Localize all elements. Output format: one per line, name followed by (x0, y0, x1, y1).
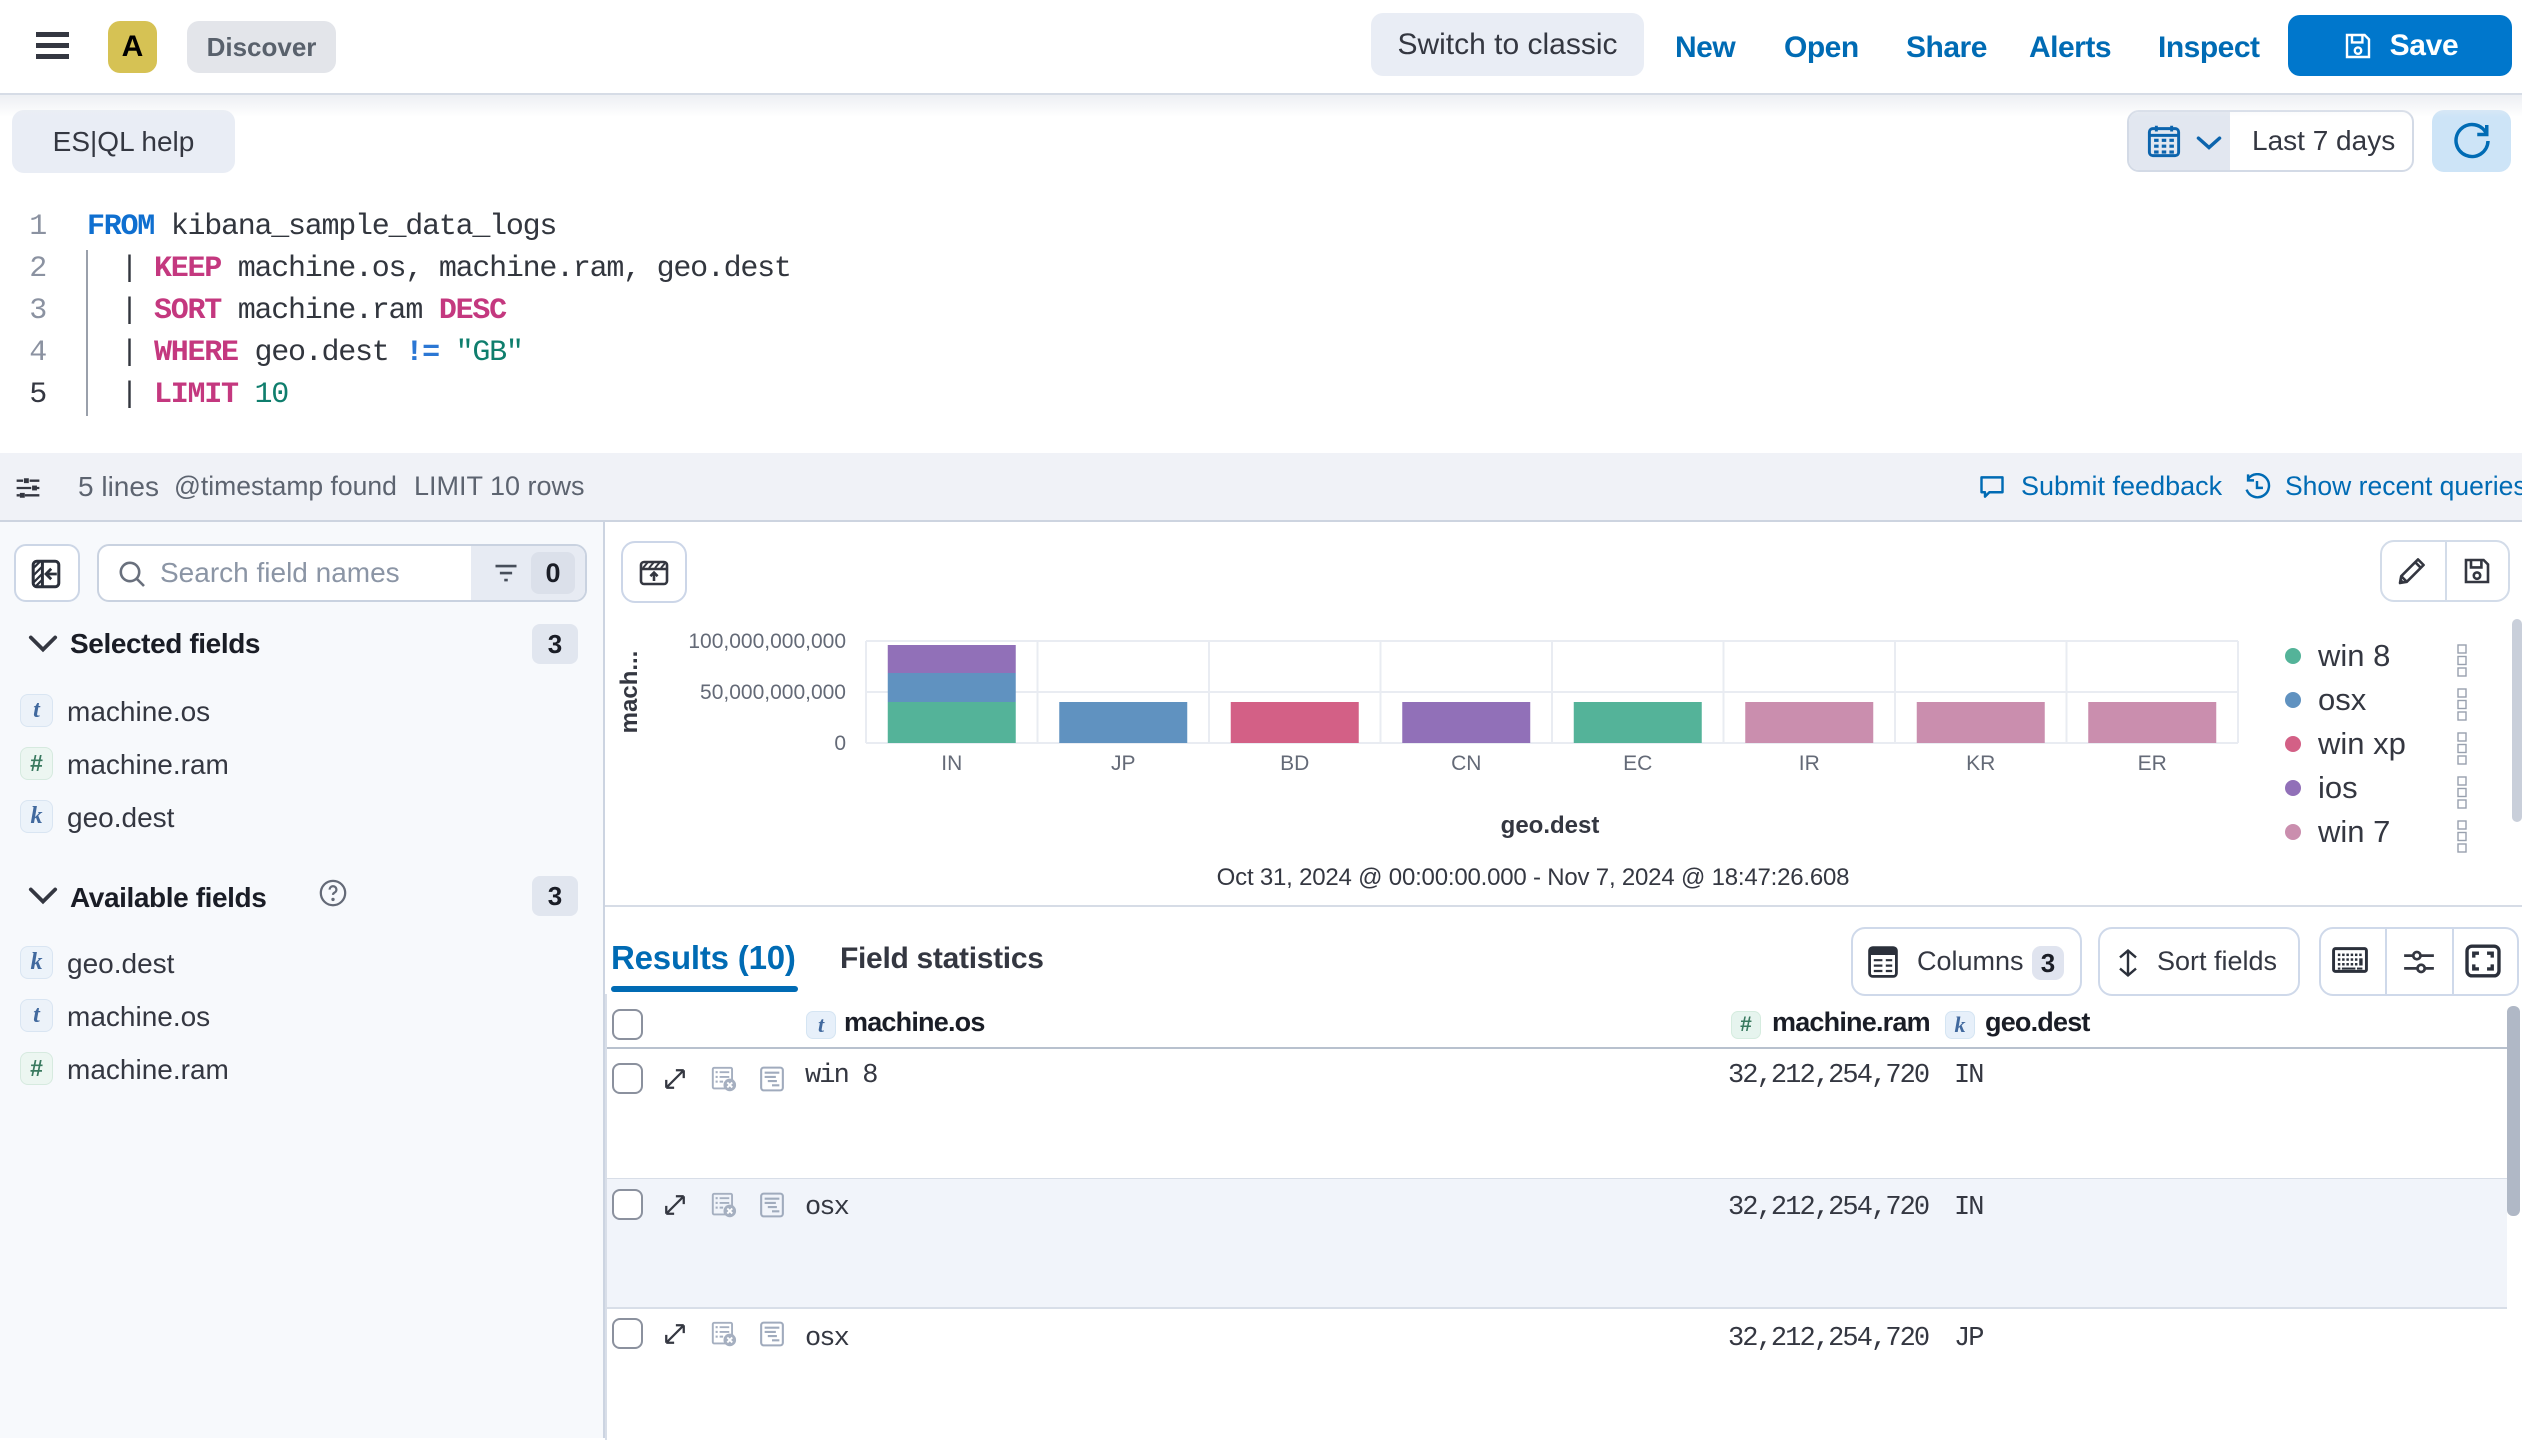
svg-text:win 7: win 7 (2317, 814, 2390, 849)
svg-text:win 8: win 8 (2317, 638, 2390, 673)
svg-text:osx: osx (2318, 682, 2367, 717)
svg-text:geo.dest: geo.dest (1501, 812, 1600, 839)
svg-text:100,000,000,000: 100,000,000,000 (688, 630, 846, 653)
svg-text:IN: IN (941, 752, 962, 775)
svg-text:50,000,000,000: 50,000,000,000 (700, 681, 846, 704)
svg-text:ER: ER (2138, 752, 2167, 775)
svg-text:JP: JP (1111, 752, 1136, 775)
svg-text:CN: CN (1451, 752, 1481, 775)
svg-text:0: 0 (834, 732, 846, 755)
svg-text:Oct 31, 2024 @ 00:00:00.000 -: Oct 31, 2024 @ 00:00:00.000 - Nov 7, 202… (1217, 864, 1850, 891)
svg-text:EC: EC (1623, 752, 1652, 775)
svg-text:ios: ios (2318, 770, 2358, 805)
svg-text:mach...: mach... (616, 651, 643, 734)
svg-text:win xp: win xp (2317, 726, 2406, 761)
svg-text:IR: IR (1799, 752, 1820, 775)
svg-text:BD: BD (1280, 752, 1309, 775)
svg-text:KR: KR (1966, 752, 1995, 775)
